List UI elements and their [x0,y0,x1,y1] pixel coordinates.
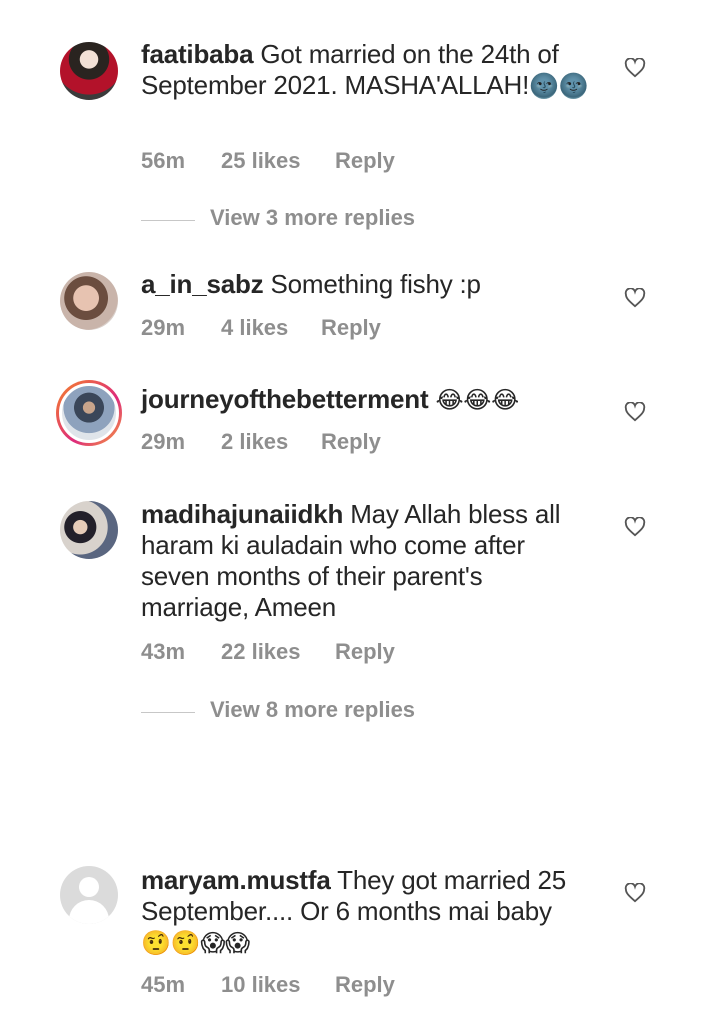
reply-button[interactable]: Reply [321,429,381,455]
avatar[interactable] [60,501,118,559]
comment-username[interactable]: a_in_sabz [141,269,264,299]
avatar[interactable] [60,272,118,330]
heart-outline-icon[interactable] [624,58,646,78]
reply-button[interactable]: Reply [335,148,395,174]
reply-button[interactable]: Reply [335,639,395,665]
heart-outline-icon[interactable] [624,883,646,903]
view-more-replies-button[interactable]: View 8 more replies [141,697,501,727]
heart-outline-icon[interactable] [624,402,646,422]
comment-emoji: 😂😂😂 [435,387,519,414]
comment-likes[interactable]: 10 likes [221,972,301,998]
comment-text: maryam.mustfa They got married 25 Septem… [141,865,586,959]
avatar[interactable] [56,380,122,446]
view-more-replies-label[interactable]: View 3 more replies [210,205,415,231]
avatar-image [59,383,119,443]
comment-likes[interactable]: 22 likes [221,639,301,665]
view-more-replies-button[interactable]: View 3 more replies [141,205,501,235]
comment-time: 56m [141,148,186,173]
divider-line [141,220,195,221]
heart-outline-icon[interactable] [624,517,646,537]
reply-button[interactable]: Reply [335,972,395,998]
comment-text: madihajunaiidkh May Allah bless all hara… [141,499,581,623]
heart-outline-icon[interactable] [624,288,646,308]
reply-button[interactable]: Reply [321,315,381,341]
comment-text: journeyofthebetterment 😂😂😂 [141,384,591,416]
comment-username[interactable]: faatibaba [141,39,254,69]
comment-time: 45m [141,972,186,997]
comment-username[interactable]: madihajunaiidkh [141,499,343,529]
comment-likes[interactable]: 25 likes [221,148,301,174]
comment-time: 29m [141,315,186,340]
avatar-placeholder[interactable] [60,866,118,924]
avatar-body-shape [69,900,109,924]
divider-line [141,712,195,713]
comment-body: Something fishy :p [270,269,481,299]
comment-time: 29m [141,429,186,454]
comment-likes[interactable]: 2 likes [221,429,288,455]
avatar[interactable] [60,42,118,100]
comment-text: a_in_sabz Something fishy :p [141,269,591,300]
comment-username[interactable]: maryam.mustfa [141,865,331,895]
comment-text: faatibaba Got married on the 24th of Sep… [141,39,591,102]
comment-time: 43m [141,639,186,664]
view-more-replies-label[interactable]: View 8 more replies [210,697,415,723]
comment-emoji: 🌚🌚 [529,73,589,100]
avatar-head-shape [79,877,99,897]
comment-likes[interactable]: 4 likes [221,315,288,341]
comment-username[interactable]: journeyofthebetterment [141,384,429,414]
comment-emoji: 🤨🤨😱😱 [141,930,251,957]
